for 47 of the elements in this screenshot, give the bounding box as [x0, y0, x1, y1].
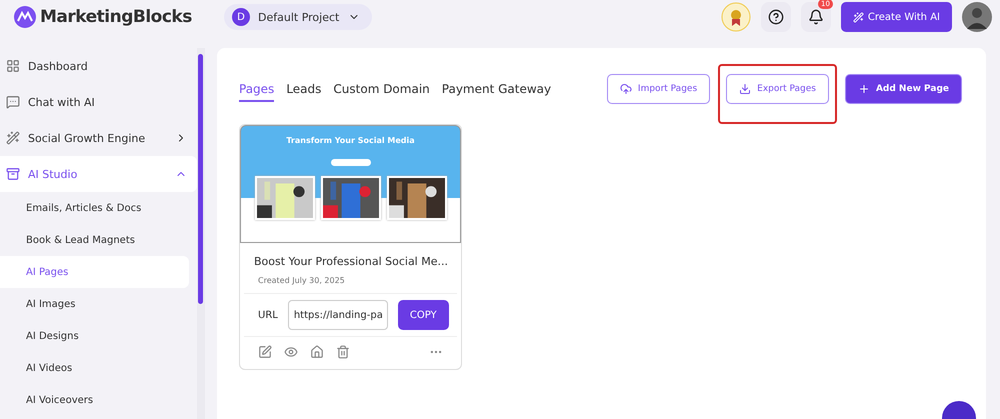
cloud-upload-icon — [620, 83, 632, 95]
sidebar-item[interactable]: Social Growth Engine — [0, 120, 197, 156]
sidebar-item-icon — [6, 59, 20, 73]
sidebar-subitem[interactable]: AI Designs — [0, 320, 189, 352]
preview-title: Transform Your Social Media — [286, 136, 415, 145]
created-date: Created July 30, 2025 — [244, 272, 457, 294]
sidebar-subitem[interactable]: Emails, Articles & Docs — [0, 192, 189, 224]
sidebar-item[interactable]: AI Studio — [0, 156, 197, 192]
trash-icon[interactable] — [336, 345, 350, 359]
bell-icon — [808, 9, 824, 25]
magic-wand-icon — [852, 12, 864, 22]
award-icon[interactable] — [720, 2, 751, 32]
user-avatar[interactable] — [962, 2, 992, 32]
copy-button[interactable]: COPY — [398, 300, 449, 330]
tab[interactable]: Custom Domain — [333, 76, 430, 102]
sidebar-subitem[interactable]: AI Videos — [0, 352, 189, 384]
import-pages-button[interactable]: Import Pages — [606, 74, 710, 104]
sidebar-subitem[interactable]: Book & Lead Magnets — [0, 224, 189, 256]
create-with-ai-button[interactable]: Create With AI — [840, 2, 952, 32]
brand-name: MarketingBlocks — [40, 7, 192, 27]
sidebar-subitem[interactable]: AI Pages — [0, 256, 189, 288]
sidebar-subitem[interactable]: AI Voiceovers — [0, 384, 189, 416]
tab[interactable]: Pages — [239, 76, 274, 102]
sidebar-subitem[interactable]: AI Images — [0, 288, 189, 320]
page-title: Boost Your Professional Social Me... — [253, 254, 449, 270]
sidebar-item[interactable]: Chat with AI — [0, 84, 197, 120]
sidebar-item-icon — [6, 131, 20, 145]
edit-icon[interactable] — [258, 345, 272, 359]
tab[interactable]: Leads — [286, 76, 322, 102]
project-selector[interactable]: D Default Project — [224, 4, 372, 30]
export-pages-button[interactable]: Export Pages — [726, 74, 829, 104]
help-button[interactable] — [760, 2, 791, 32]
project-avatar: D — [232, 8, 250, 26]
sidebar-item-icon — [6, 167, 20, 181]
plus-icon — [858, 83, 870, 95]
add-pages-button[interactable]: Add New Page — [844, 74, 962, 104]
download-icon — [739, 83, 752, 95]
url-label: URL — [258, 310, 278, 320]
eye-icon[interactable] — [284, 345, 298, 359]
logo-icon — [14, 6, 36, 28]
help-icon — [768, 9, 784, 25]
url-field[interactable]: https://landing-pa — [288, 300, 388, 330]
sidebar-item[interactable]: Dashboard — [0, 48, 197, 84]
sidebar-item-icon — [6, 95, 20, 109]
home-icon[interactable] — [310, 345, 324, 359]
preview-button-shape — [330, 159, 370, 166]
tab[interactable]: Payment Gateway — [442, 76, 552, 102]
